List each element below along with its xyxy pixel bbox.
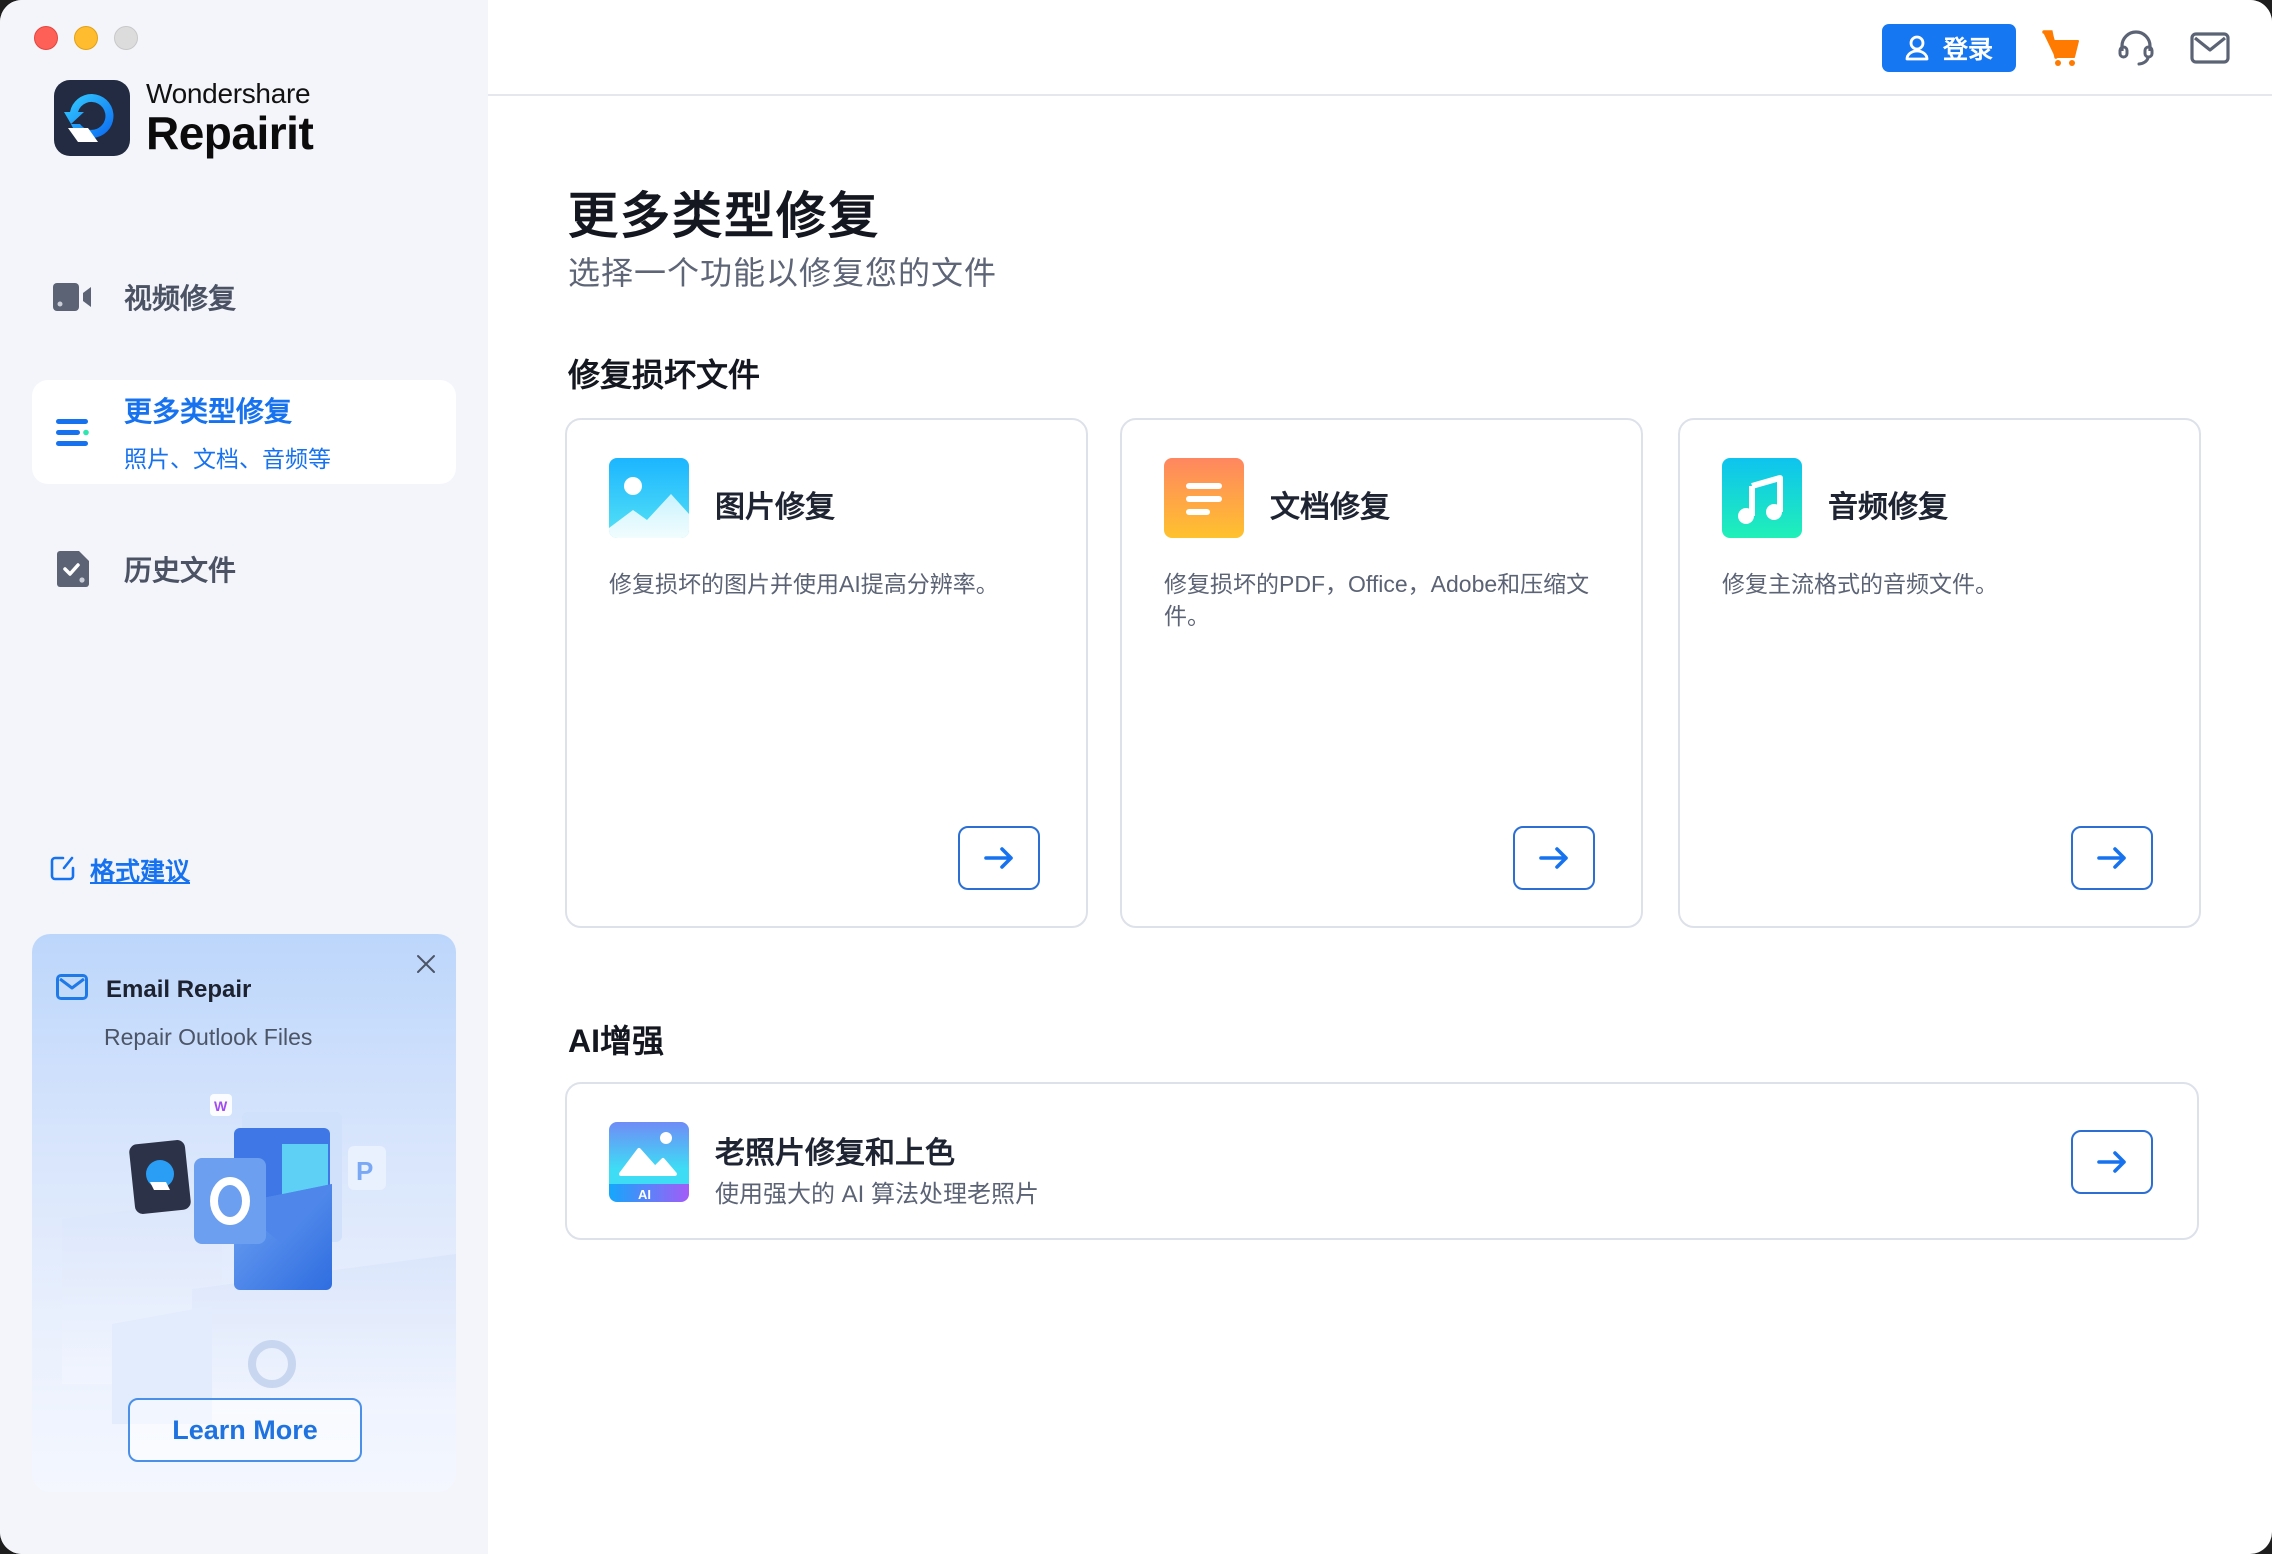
email-repair-promo: Email Repair Repair Outlook Files W P Le… <box>32 934 456 1492</box>
app-logo: Wondershare Repairit <box>54 78 314 159</box>
promo-title: Email Repair <box>106 975 252 1003</box>
sidebar: Wondershare Repairit 视频修复 更多类型修复 照片、文档、音… <box>0 0 488 1554</box>
arrow-right-icon <box>2097 847 2126 869</box>
close-window-button[interactable] <box>34 26 58 50</box>
ai-photo-icon: AI <box>609 1122 689 1202</box>
arrow-right-icon <box>1539 847 1568 869</box>
app-window: Wondershare Repairit 视频修复 更多类型修复 照片、文档、音… <box>0 0 2272 1554</box>
card-description: 使用强大的 AI 算法处理老照片 <box>715 1181 1040 1208</box>
card-photo-repair[interactable]: 图片修复 修复损坏的图片并使用AI提高分辨率。 <box>565 418 1088 928</box>
section-title-repair-files: 修复损坏文件 <box>568 357 761 393</box>
old-photo-arrow-button[interactable] <box>2071 1130 2153 1194</box>
outlook-illustration: W P <box>32 1084 456 1424</box>
svg-text:P: P <box>356 1156 373 1186</box>
format-suggestion-label: 格式建议 <box>90 858 191 886</box>
logo-brand: Wondershare <box>146 78 311 109</box>
close-icon[interactable] <box>414 952 438 976</box>
sidebar-item-label: 历史文件 <box>124 555 237 586</box>
video-camera-icon <box>52 276 94 318</box>
card-title: 文档修复 <box>1270 491 1390 524</box>
logo-product: Repairit <box>146 107 314 159</box>
user-icon <box>1905 35 1929 61</box>
page-title: 更多类型修复 <box>568 188 880 244</box>
card-description: 修复损坏的图片并使用AI提高分辨率。 <box>609 571 999 597</box>
document-icon <box>1164 458 1244 538</box>
main-content: 更多类型修复 选择一个功能以修复您的文件 修复损坏文件 图片修复 修复损坏的图片… <box>488 96 2272 1554</box>
edit-icon <box>50 855 76 886</box>
learn-more-button[interactable]: Learn More <box>128 1398 362 1462</box>
top-bar: 登录 <box>488 0 2272 96</box>
minimize-window-button[interactable] <box>74 26 98 50</box>
sidebar-item-history[interactable]: 历史文件 <box>32 544 456 594</box>
svg-text:W: W <box>214 1098 228 1114</box>
promo-subtitle: Repair Outlook Files <box>104 1024 313 1050</box>
sidebar-item-label: 更多类型修复 <box>124 396 293 427</box>
audio-repair-arrow-button[interactable] <box>2071 826 2153 890</box>
sidebar-item-video-repair[interactable]: 视频修复 <box>32 272 456 322</box>
history-file-icon <box>52 548 94 590</box>
card-audio-repair[interactable]: 音频修复 修复主流格式的音频文件。 <box>1678 418 2201 928</box>
headset-icon[interactable] <box>2114 26 2158 70</box>
mail-icon <box>56 974 88 1005</box>
mail-icon[interactable] <box>2188 26 2232 70</box>
card-title: 老照片修复和上色 <box>715 1137 955 1170</box>
repairit-logo-icon <box>54 80 130 156</box>
card-title: 图片修复 <box>715 491 835 524</box>
login-label: 登录 <box>1942 36 1993 64</box>
cart-icon[interactable] <box>2040 26 2084 70</box>
sidebar-item-sublabel: 照片、文档、音频等 <box>124 446 331 472</box>
card-old-photo-restore[interactable]: AI 老照片修复和上色 使用强大的 AI 算法处理老照片 <box>565 1082 2199 1240</box>
image-icon <box>609 458 689 538</box>
page-subtitle: 选择一个功能以修复您的文件 <box>568 255 998 291</box>
arrow-right-icon <box>2097 1151 2126 1173</box>
card-document-repair[interactable]: 文档修复 修复损坏的PDF，Office，Adobe和压缩文件。 <box>1120 418 1643 928</box>
svg-text:AI: AI <box>638 1187 651 1202</box>
window-controls <box>34 26 138 50</box>
arrow-right-icon <box>984 847 1013 869</box>
document-repair-arrow-button[interactable] <box>1513 826 1595 890</box>
sidebar-item-label: 视频修复 <box>124 283 237 314</box>
card-title: 音频修复 <box>1828 491 1948 524</box>
card-description: 修复主流格式的音频文件。 <box>1722 571 1998 597</box>
login-button[interactable]: 登录 <box>1882 24 2016 72</box>
list-icon <box>52 411 94 453</box>
section-title-ai-enhance: AI增强 <box>568 1023 665 1059</box>
card-description: 修复损坏的PDF，Office，Adobe和压缩文件。 <box>1164 571 1590 629</box>
sidebar-item-more-repair[interactable]: 更多类型修复 照片、文档、音频等 <box>32 380 456 484</box>
music-note-icon <box>1722 458 1802 538</box>
photo-repair-arrow-button[interactable] <box>958 826 1040 890</box>
format-suggestion-link[interactable]: 格式建议 <box>50 852 190 888</box>
maximize-window-button[interactable] <box>114 26 138 50</box>
